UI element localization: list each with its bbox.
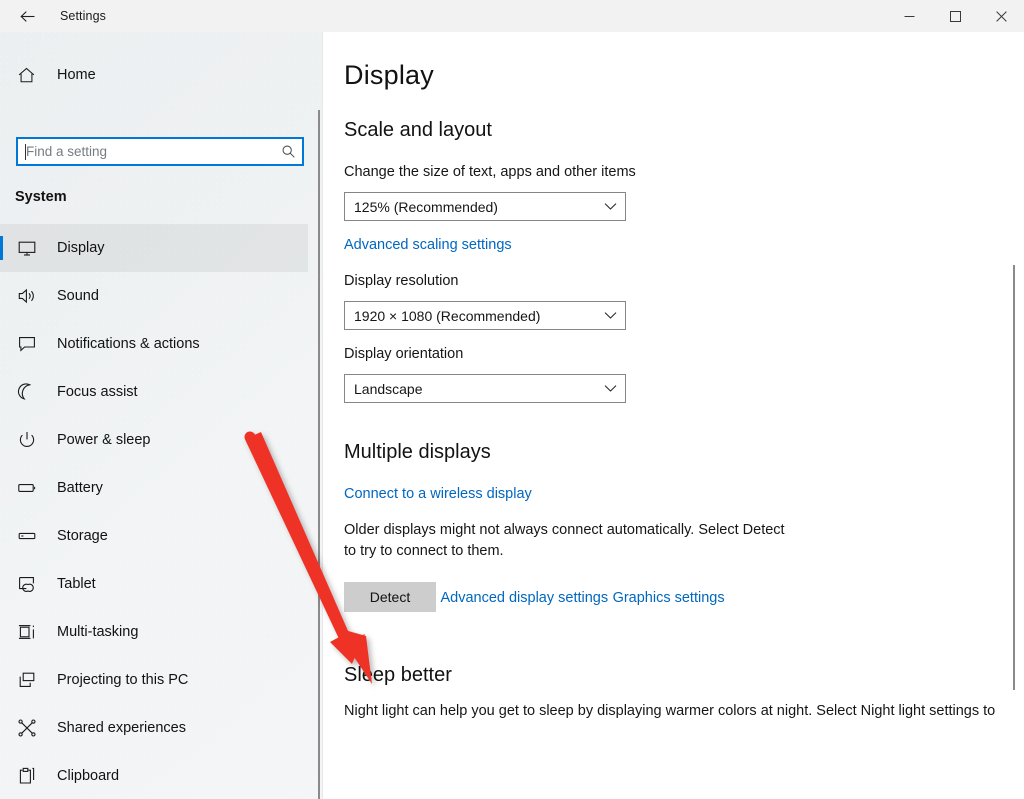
scale-dropdown[interactable]: 125% (Recommended) (344, 192, 626, 221)
sidebar-item-label: Tablet (57, 576, 96, 592)
sidebar-item-label: Multi-tasking (57, 624, 138, 640)
page-title: Display (344, 60, 1024, 91)
settings-window: Settings (0, 0, 1024, 799)
main-scrollbar-thumb[interactable] (1013, 265, 1015, 690)
title-bar: Settings (0, 0, 1024, 32)
advanced-display-settings-link[interactable]: Advanced display settings (440, 590, 608, 606)
sidebar: Home System Display (0, 32, 322, 799)
close-icon[interactable] (978, 0, 1024, 32)
chevron-down-icon (595, 311, 625, 320)
chevron-down-icon (595, 384, 625, 393)
connect-wireless-display-link[interactable]: Connect to a wireless display (344, 486, 532, 502)
resolution-dropdown-value: 1920 × 1080 (Recommended) (345, 308, 595, 324)
sidebar-item-power-sleep[interactable]: Power & sleep (0, 416, 308, 464)
sidebar-item-label: Projecting to this PC (57, 672, 188, 688)
orientation-dropdown-value: Landscape (345, 381, 595, 397)
sidebar-section-label: System (15, 189, 67, 205)
search-input[interactable] (18, 139, 274, 164)
sidebar-item-label: Notifications & actions (57, 336, 200, 352)
sidebar-item-focus-assist[interactable]: Focus assist (0, 368, 308, 416)
sidebar-item-projecting[interactable]: Projecting to this PC (0, 656, 308, 704)
sidebar-item-storage[interactable]: Storage (0, 512, 308, 560)
sidebar-item-multitasking[interactable]: Multi-tasking (0, 608, 308, 656)
sidebar-item-notifications[interactable]: Notifications & actions (0, 320, 308, 368)
battery-icon (17, 478, 47, 498)
sidebar-item-label: Storage (57, 528, 108, 544)
sidebar-item-home[interactable]: Home (0, 58, 300, 92)
callout-icon (17, 334, 47, 354)
display-orientation-label: Display orientation (344, 344, 1024, 365)
search-icon[interactable] (274, 144, 302, 159)
sidebar-scrollbar-thumb[interactable] (318, 110, 320, 799)
sleep-better-description: Night light can help you get to sleep by… (344, 701, 1004, 722)
drive-icon (17, 526, 47, 546)
display-resolution-label: Display resolution (344, 271, 1024, 292)
back-arrow-icon[interactable] (12, 1, 42, 31)
clipboard-icon (17, 766, 47, 786)
window-title: Settings (60, 9, 106, 23)
maximize-icon[interactable] (932, 0, 978, 32)
sidebar-item-tablet[interactable]: Tablet (0, 560, 308, 608)
multiple-displays-heading: Multiple displays (344, 441, 1024, 464)
main-scrollbar[interactable] (1009, 32, 1019, 799)
window-controls (886, 0, 1024, 32)
detect-button[interactable]: Detect (344, 582, 436, 612)
text-caret (25, 144, 26, 160)
resolution-dropdown[interactable]: 1920 × 1080 (Recommended) (344, 301, 626, 330)
tablet-icon (17, 574, 47, 594)
sidebar-home-label: Home (57, 67, 96, 83)
sidebar-item-label: Display (57, 240, 105, 256)
sidebar-item-label: Clipboard (57, 768, 119, 784)
pane-divider (322, 32, 323, 799)
graphics-settings-link[interactable]: Graphics settings (613, 590, 725, 606)
scale-dropdown-value: 125% (Recommended) (345, 199, 595, 215)
chevron-down-icon (595, 202, 625, 211)
content-column: Display Scale and layout Change the size… (323, 60, 1024, 722)
search-box[interactable] (16, 137, 304, 166)
sidebar-item-label: Battery (57, 480, 103, 496)
sidebar-scrollbar[interactable] (316, 32, 322, 799)
multiple-displays-description: Older displays might not always connect … (344, 520, 794, 562)
sidebar-item-label: Focus assist (57, 384, 138, 400)
power-icon (17, 430, 47, 450)
text-size-label: Change the size of text, apps and other … (344, 162, 1024, 183)
scale-and-layout-heading: Scale and layout (344, 119, 1024, 142)
minimize-icon[interactable] (886, 0, 932, 32)
project-icon (17, 670, 47, 690)
sidebar-item-label: Shared experiences (57, 720, 186, 736)
speaker-icon (17, 286, 47, 306)
moon-icon (17, 382, 47, 402)
sidebar-item-label: Sound (57, 288, 99, 304)
home-icon (17, 66, 47, 85)
sidebar-item-label: Power & sleep (57, 432, 151, 448)
sleep-better-heading: Sleep better (344, 664, 1024, 687)
multitask-icon (17, 622, 47, 642)
title-bar-left: Settings (0, 0, 106, 32)
advanced-scaling-settings-link[interactable]: Advanced scaling settings (344, 237, 512, 253)
sidebar-item-shared-experiences[interactable]: Shared experiences (0, 704, 308, 752)
monitor-icon (17, 238, 47, 258)
sidebar-item-battery[interactable]: Battery (0, 464, 308, 512)
share-icon (17, 718, 47, 738)
sidebar-item-sound[interactable]: Sound (0, 272, 308, 320)
sidebar-nav-list: Display Sound Notifica (0, 224, 308, 799)
sidebar-item-clipboard[interactable]: Clipboard (0, 752, 308, 799)
sidebar-item-display[interactable]: Display (0, 224, 308, 272)
main-content: Display Scale and layout Change the size… (323, 32, 1024, 799)
orientation-dropdown[interactable]: Landscape (344, 374, 626, 403)
